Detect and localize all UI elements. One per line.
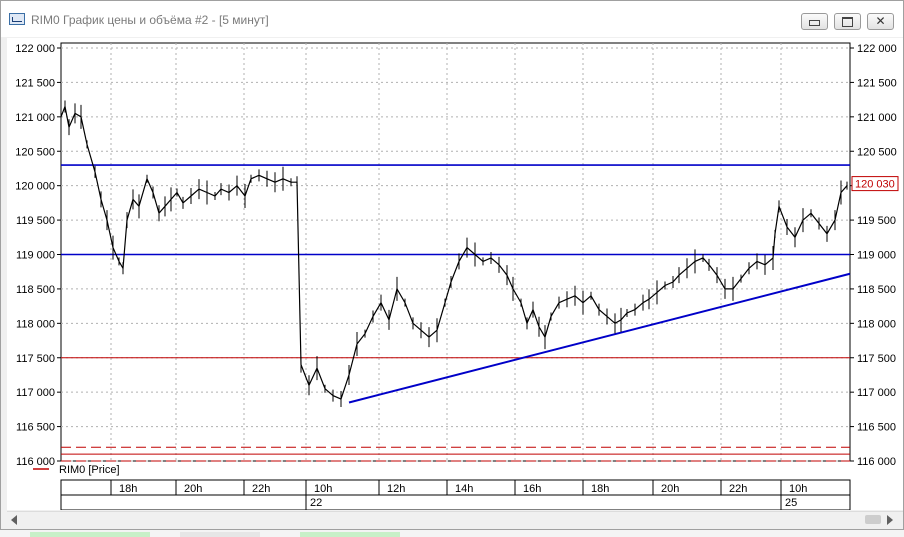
title-bar[interactable]: RIM0 График цены и объёма #2 - [5 минут]… [1, 1, 903, 37]
y-tick-label-left: 120 000 [15, 181, 55, 193]
y-tick-label-left: 118 000 [16, 318, 55, 330]
close-button[interactable]: ✕ [867, 13, 894, 30]
last-price-label: 120 030 [855, 179, 895, 191]
y-tick-label-left: 116 000 [16, 456, 55, 468]
horizontal-scrollbar[interactable] [7, 511, 903, 528]
window-title: RIM0 График цены и объёма #2 - [5 минут] [31, 13, 269, 27]
y-tick-label-right: 119 500 [857, 215, 896, 227]
legend-label: RIM0 [Price] [59, 464, 120, 476]
y-tick-label-left: 119 500 [16, 215, 55, 227]
y-tick-label-left: 120 500 [15, 146, 55, 158]
y-tick-label-left: 122 000 [15, 43, 55, 55]
time-tick-label: 20h [661, 483, 679, 495]
time-tick-label: 18h [591, 483, 609, 495]
maximize-icon [842, 17, 853, 27]
maximize-button[interactable] [834, 13, 861, 30]
y-tick-label-right: 121 000 [857, 112, 897, 124]
minimize-button[interactable] [801, 13, 828, 30]
time-tick-label: 16h [523, 483, 541, 495]
date-axis-row [60, 494, 851, 510]
chart-window-icon [9, 13, 25, 25]
y-tick-label-left: 119 000 [16, 250, 55, 262]
taskbar-segment [300, 532, 400, 537]
y-tick-label-left: 117 000 [16, 387, 55, 399]
y-tick-label-right: 116 500 [857, 422, 896, 434]
date-label: 22 [310, 497, 322, 509]
price-chart-area[interactable]: 122 000 122 000 121 500 121 500 121 000 121 0… [7, 38, 903, 510]
y-tick-label-right: 121 500 [857, 77, 897, 89]
y-tick-label-right: 118 000 [857, 318, 896, 330]
y-tick-label-left: 116 500 [16, 422, 55, 434]
scroll-left-arrow-icon[interactable] [11, 515, 17, 525]
price-chart[interactable]: 122 000 122 000 121 500 121 500 121 000 121 0… [7, 38, 903, 510]
time-tick-label: 12h [387, 483, 405, 495]
time-tick-label: 20h [184, 483, 202, 495]
close-icon: ✕ [875, 14, 886, 28]
taskbar-segment [30, 532, 150, 537]
scroll-right-arrow-icon[interactable] [887, 515, 893, 525]
date-label: 25 [785, 497, 797, 509]
time-tick-label: 10h [314, 483, 332, 495]
y-tick-label-left: 117 500 [16, 353, 55, 365]
y-tick-label-left: 121 500 [15, 77, 55, 89]
y-tick-label-right: 118 500 [857, 284, 896, 296]
time-tick-label: 14h [455, 483, 473, 495]
y-tick-label-right: 120 500 [857, 146, 897, 158]
time-tick-label: 22h [252, 483, 270, 495]
time-tick-label: 10h [789, 483, 807, 495]
y-tick-label-left: 121 000 [15, 112, 55, 124]
y-tick-label-right: 119 000 [857, 250, 896, 262]
taskbar-strip [0, 530, 904, 537]
time-tick-label: 18h [119, 483, 137, 495]
y-tick-label-right: 117 000 [857, 387, 896, 399]
y-tick-label-right: 116 000 [857, 456, 896, 468]
time-tick-label: 22h [729, 483, 747, 495]
minimize-icon [809, 20, 820, 26]
y-tick-label-right: 122 000 [857, 43, 897, 55]
y-tick-label-left: 118 500 [16, 284, 55, 296]
plot-frame [60, 42, 851, 462]
taskbar-segment [180, 532, 260, 537]
chart-window: RIM0 График цены и объёма #2 - [5 минут]… [0, 0, 904, 530]
scroll-thumb[interactable] [865, 515, 881, 524]
y-tick-label-right: 117 500 [857, 353, 896, 365]
